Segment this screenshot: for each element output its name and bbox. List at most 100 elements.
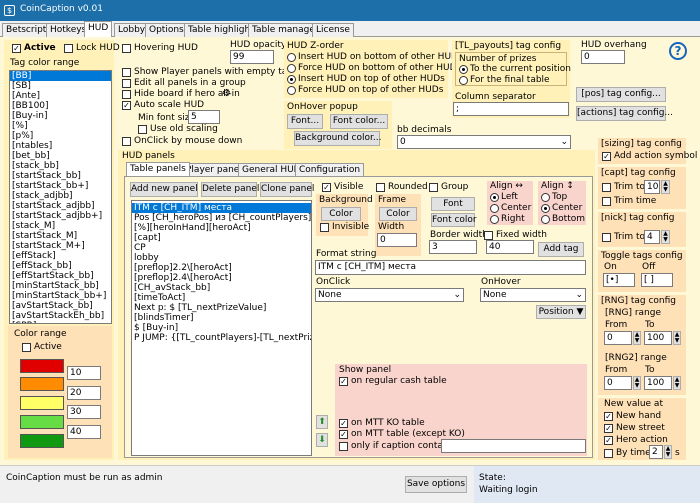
z-order-radio-4[interactable] [287,86,296,95]
popup-font-button[interactable]: Font... [287,114,323,129]
to-current-radio[interactable] [459,65,468,74]
panel-list-item[interactable]: $ [Buy-in] [132,323,311,333]
tag-list-item[interactable]: [BB100] [10,101,111,111]
tag-list-item[interactable]: [BB] [10,71,111,81]
tag-list-item[interactable]: [minStartStack_bb+] [10,291,111,301]
tag-list-item[interactable]: [bet_bb] [10,151,111,161]
tag-list-item[interactable]: [effStack_bb] [10,261,111,271]
tag-list-item[interactable]: [minStartStack_bb] [10,281,111,291]
new-street-checkbox[interactable]: ✓ [604,424,613,433]
active-checkbox[interactable]: ✓ [12,44,21,53]
border-width-input[interactable]: 3 [429,240,477,254]
tab-license[interactable]: License [312,23,354,37]
tag-list-item[interactable]: [avStartStack_bb] [10,301,111,311]
align-right-radio[interactable] [490,215,499,224]
rounded-checkbox[interactable] [376,183,385,192]
color-range-active-checkbox[interactable] [22,343,31,352]
panel-font-button[interactable]: Font [431,197,475,211]
tag-list-item[interactable]: [avStartStackEh_bb] [10,311,111,321]
rng-from-spinner[interactable]: ▲ ▼ [633,331,641,345]
nick-trim-input[interactable]: 4 [644,230,660,244]
timer-input[interactable]: 2 [649,445,663,459]
gear-icon[interactable]: ⚙ [222,88,231,99]
tag-list[interactable]: [BB] [SB] [Ante] [BB100] [Buy-in] [%] [p%] [nta… [9,70,112,324]
capt-trim-to-checkbox[interactable] [602,183,611,192]
format-string-input[interactable]: ITM с [CH_ITM] места [315,260,586,275]
panel-font-color-button[interactable]: Font color [431,213,477,227]
capt-trim-input[interactable]: 10 [644,180,660,194]
tag-list-item[interactable]: [startStack_adjbb+] [10,211,111,221]
tag-list-item[interactable]: [%] [10,121,111,131]
z-order-radio-2[interactable] [287,64,296,73]
color-swatch-5[interactable] [20,434,64,448]
panel-list-item[interactable]: [preflop]2.2\[heroAct] [132,263,311,273]
tag-list-item[interactable]: [stack_M] [10,221,111,231]
edit-all-panels-checkbox[interactable] [122,79,131,88]
tab-betscript[interactable]: Betscript [2,23,51,37]
tag-list-item[interactable]: [effStack] [10,251,111,261]
tab-options[interactable]: Options [145,23,188,37]
trim-time-checkbox[interactable] [602,197,611,206]
tab-table-highlight[interactable]: Table highlight [184,23,258,37]
z-order-radio-3[interactable] [287,75,296,84]
use-old-scaling-checkbox[interactable] [138,125,147,134]
panel-list-item[interactable]: Next p: $ [TL_nextPrizeValue] [132,303,311,313]
panel-list-item[interactable]: [timeToAct] [132,293,311,303]
rng2-from-spinner[interactable]: ▲ ▼ [633,376,641,390]
align-top-radio[interactable] [541,193,550,202]
color-threshold-4[interactable]: 40 [67,425,101,439]
nick-trim-to-checkbox[interactable] [602,233,611,242]
pos-tag-config-button[interactable]: [pos] tag config... [576,87,666,102]
on-mtt-ko-checkbox[interactable]: ✓ [339,419,348,428]
color-swatch-2[interactable] [20,377,64,391]
hide-board-checkbox[interactable] [122,90,131,99]
tag-list-item[interactable]: [stack_adjbb] [10,191,111,201]
add-tag-button[interactable]: Add tag [538,242,584,257]
panel-list-item[interactable]: [%][heroInHand][heroAct] [132,223,311,233]
align-bottom-radio[interactable] [541,215,550,224]
tag-list-item[interactable]: [startStack_M] [10,231,111,241]
tag-list-item[interactable]: [ntables] [10,141,111,151]
frame-width-input[interactable]: 0 [377,233,417,247]
panel-list-item[interactable]: [preflop]2.4\[heroAct] [132,273,311,283]
rng2-to-spinner[interactable]: ▲ ▼ [673,376,681,390]
rng2-from-input[interactable]: 0 [604,376,632,390]
tag-list-item[interactable]: [effStartStack_bb] [10,271,111,281]
rng2-to-input[interactable]: 100 [644,376,672,390]
lock-hud-checkbox[interactable] [64,44,73,53]
move-down-icon[interactable]: ⬇ [316,433,328,447]
hovering-hud-checkbox[interactable] [122,44,131,53]
tag-list-item[interactable]: [startStack_M+] [10,241,111,251]
panel-list-item[interactable]: [capt] [132,233,311,243]
color-threshold-2[interactable]: 20 [67,386,101,400]
fixed-width-input[interactable]: 40 [486,240,534,254]
panel-list-item[interactable]: [CH_avStack_bb] [132,283,311,293]
column-separator-input[interactable]: ; [453,102,569,116]
new-hand-checkbox[interactable]: ✓ [604,412,613,421]
bb-decimals-select[interactable]: 0 ⌄ [397,135,571,149]
align-center-radio[interactable] [490,204,499,213]
only-caption-checkbox[interactable] [339,442,348,451]
auto-scale-checkbox[interactable]: ✓ [122,101,131,110]
frame-color-button[interactable]: Color [379,207,417,221]
tag-list-item[interactable]: [Buy-in] [10,111,111,121]
panel-list-item[interactable]: CP [132,243,311,253]
timer-spinner[interactable]: ▲ ▼ [664,445,672,459]
z-order-radio-1[interactable] [287,53,296,62]
invisible-checkbox[interactable] [320,223,329,232]
hero-action-checkbox[interactable]: ✓ [604,436,613,445]
on-mtt-except-ko-checkbox[interactable]: ✓ [339,430,348,439]
tag-list-item[interactable]: [SB] [10,81,111,91]
color-swatch-3[interactable] [20,396,64,410]
background-color-button[interactable]: Color [321,207,361,221]
tag-list-item[interactable]: [SPR] [10,321,111,323]
group-checkbox[interactable] [429,183,438,192]
panel-list[interactable]: ITM с [CH_ITM] места Pos [CH_heroPos] из … [131,200,312,456]
subtab-configuration[interactable]: Configuration [295,163,365,176]
tab-hud[interactable]: HUD [84,21,113,37]
align-vcenter-radio[interactable] [541,204,550,213]
color-threshold-1[interactable]: 10 [67,366,101,380]
panel-list-item[interactable]: ITM с [CH_ITM] места [132,203,311,213]
align-left-radio[interactable] [490,193,499,202]
toggle-on-input[interactable]: [•] [603,273,635,287]
